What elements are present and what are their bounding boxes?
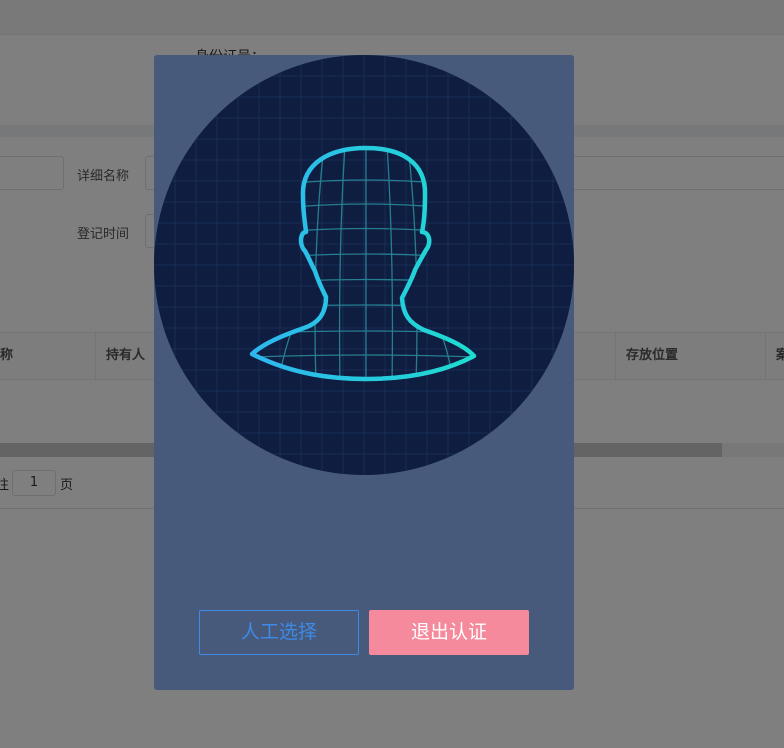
face-auth-modal: 人工选择 退出认证 xyxy=(154,55,574,690)
modal-button-group: 人工选择 退出认证 xyxy=(199,610,529,655)
exit-auth-button[interactable]: 退出认证 xyxy=(369,610,529,655)
manual-select-button[interactable]: 人工选择 xyxy=(199,610,359,655)
face-scan-icon xyxy=(154,55,574,475)
